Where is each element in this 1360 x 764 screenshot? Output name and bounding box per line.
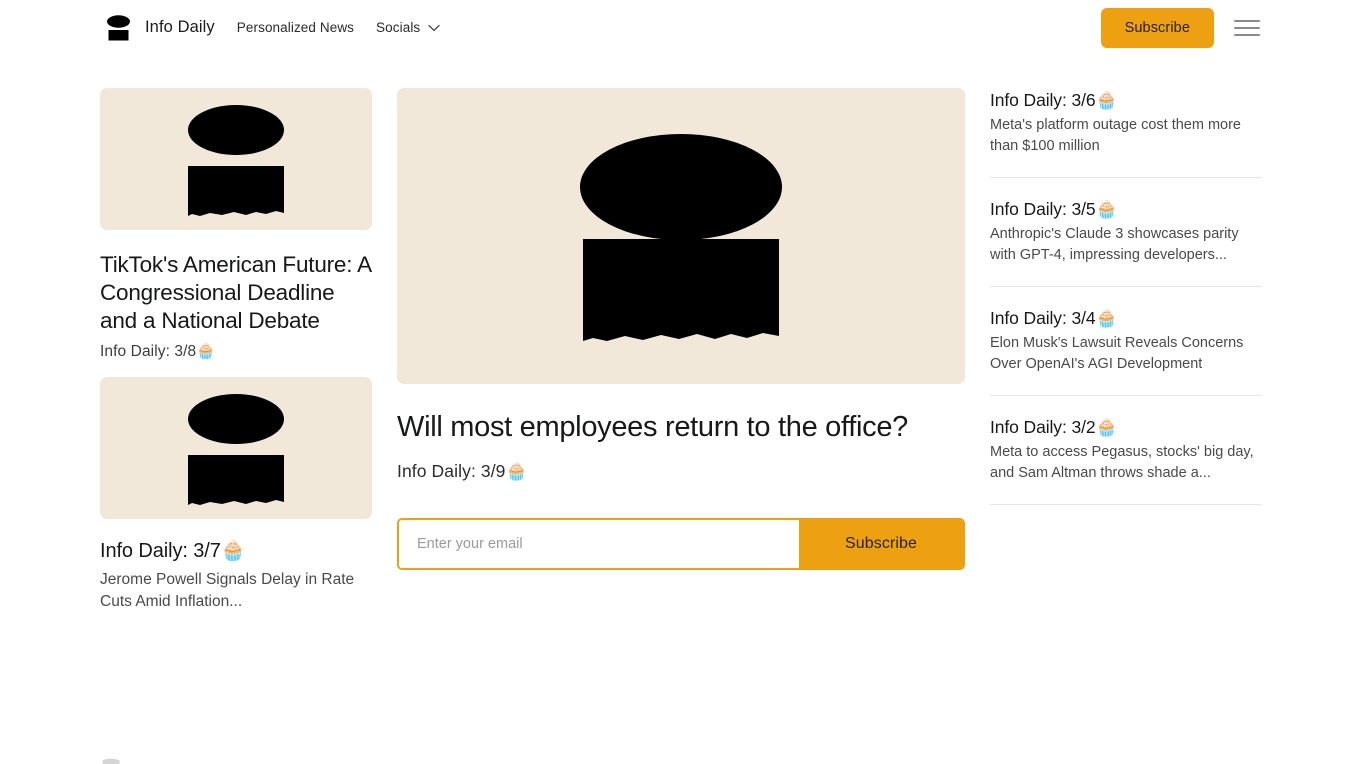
article-card-second-left[interactable]: Info Daily: 3/7🧁 Jerome Powell Signals D…	[100, 377, 372, 613]
hero-article-title: Will most employees return to the office…	[397, 411, 909, 443]
footer-logo-partial	[100, 758, 220, 764]
right-column-feed: Info Daily: 3/6🧁 Meta's platform outage …	[990, 88, 1262, 526]
main-nav: Personalized News Socials	[237, 20, 441, 35]
list-item[interactable]: Info Daily: 3/5🧁 Anthropic's Claude 3 sh…	[990, 199, 1262, 287]
article-card-featured-left[interactable]: TikTok's American Future: A Congressiona…	[100, 88, 372, 361]
feed-item-title: Info Daily: 3/5🧁	[990, 199, 1118, 219]
hamburger-bar	[1234, 33, 1260, 36]
article-title: Info Daily: 3/7🧁	[100, 540, 246, 562]
broken-image-placeholder[interactable]	[397, 88, 965, 384]
article-title: TikTok's American Future: A Congressiona…	[100, 252, 371, 333]
card-spacer	[100, 361, 372, 377]
subscribe-form: Subscribe	[397, 518, 965, 570]
feed-item-summary: Meta to access Pegasus, stocks' big day,…	[990, 444, 1254, 481]
hamburger-menu-icon[interactable]	[1234, 19, 1260, 37]
list-item[interactable]: Info Daily: 3/6🧁 Meta's platform outage …	[990, 88, 1262, 178]
brand-name: Info Daily	[145, 18, 215, 36]
feed-item-summary: Anthropic's Claude 3 showcases parity wi…	[990, 226, 1239, 263]
subscribe-submit-button[interactable]: Subscribe	[799, 520, 963, 568]
list-item[interactable]: Info Daily: 3/2🧁 Meta to access Pegasus,…	[990, 417, 1262, 505]
page-content: TikTok's American Future: A Congressiona…	[0, 55, 1360, 613]
article-meta: Info Daily: 3/8🧁	[100, 343, 216, 360]
article-summary: Jerome Powell Signals Delay in Rate Cuts…	[100, 571, 355, 610]
main-column: Will most employees return to the office…	[397, 88, 965, 570]
list-item[interactable]: Info Daily: 3/4🧁 Elon Musk's Lawsuit Rev…	[990, 308, 1262, 396]
nav-item-socials[interactable]: Socials	[376, 20, 440, 35]
feed-item-title: Info Daily: 3/6🧁	[990, 90, 1118, 110]
chevron-down-icon	[428, 24, 440, 32]
left-column: TikTok's American Future: A Congressiona…	[100, 88, 372, 613]
broken-image-placeholder[interactable]	[100, 377, 372, 519]
feed-item-summary: Meta's platform outage cost them more th…	[990, 117, 1241, 154]
header-actions: Subscribe	[1100, 7, 1260, 48]
broken-image-placeholder[interactable]	[100, 88, 372, 230]
brand-logo-link[interactable]: Info Daily	[105, 13, 215, 43]
site-header: Info Daily Personalized News Socials Sub…	[0, 0, 1360, 55]
email-input[interactable]	[399, 520, 799, 568]
hamburger-bar	[1234, 19, 1260, 22]
header-subscribe-button[interactable]: Subscribe	[1100, 7, 1214, 48]
hero-article-meta: Info Daily: 3/9🧁	[397, 461, 528, 481]
feed-item-title: Info Daily: 3/4🧁	[990, 308, 1118, 328]
hamburger-bar	[1234, 26, 1260, 29]
nav-item-personalized-news[interactable]: Personalized News	[237, 20, 354, 35]
nav-item-socials-label: Socials	[376, 20, 421, 35]
feed-item-title: Info Daily: 3/2🧁	[990, 417, 1118, 437]
info-daily-logo-icon	[105, 13, 132, 43]
feed-item-summary: Elon Musk's Lawsuit Reveals Concerns Ove…	[990, 335, 1244, 372]
